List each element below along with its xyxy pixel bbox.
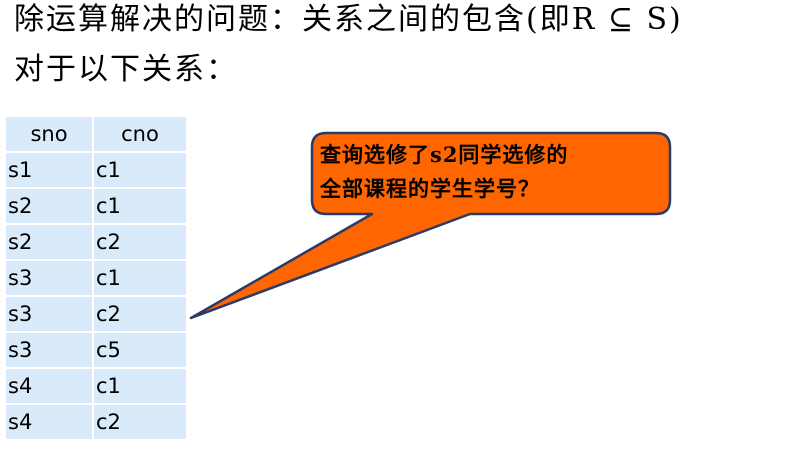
table-row: s2 c1 xyxy=(6,189,186,223)
cell-sno: s1 xyxy=(6,153,92,187)
table-row: s4 c1 xyxy=(6,369,186,403)
callout-text-line-1: 查询选修了s2同学选修的 xyxy=(320,142,569,167)
cell-sno: s3 xyxy=(6,261,92,295)
relation-table: sno cno s1 c1 s2 c1 s2 c2 s3 c1 s3 c2 s3… xyxy=(4,115,188,441)
column-header-sno: sno xyxy=(6,117,92,151)
table-row: s2 c2 xyxy=(6,225,186,259)
table-row: s3 c2 xyxy=(6,297,186,331)
title-line-2: 对于以下关系： xyxy=(14,52,238,87)
title-line-1: 除运算解决的问题：关系之间的包含(即R ⊆ S) xyxy=(14,2,683,37)
cell-sno: s4 xyxy=(6,405,92,439)
cell-cno: c1 xyxy=(94,261,186,295)
cell-sno: s3 xyxy=(6,297,92,331)
cell-cno: c2 xyxy=(94,405,186,439)
cell-sno: s2 xyxy=(6,189,92,223)
cell-cno: c2 xyxy=(94,225,186,259)
column-header-cno: cno xyxy=(94,117,186,151)
cell-cno: c1 xyxy=(94,189,186,223)
cell-sno: s2 xyxy=(6,225,92,259)
table-row: s1 c1 xyxy=(6,153,186,187)
table-row: s3 c5 xyxy=(6,333,186,367)
callout-text: 查询选修了s2同学选修的 全部课程的学生学号？ xyxy=(320,138,660,206)
callout-text-line-2: 全部课程的学生学号？ xyxy=(320,176,540,201)
table-header-row: sno cno xyxy=(6,117,186,151)
table-row: s3 c1 xyxy=(6,261,186,295)
table-row: s4 c2 xyxy=(6,405,186,439)
cell-sno: s4 xyxy=(6,369,92,403)
cell-cno: c1 xyxy=(94,153,186,187)
cell-sno: s3 xyxy=(6,333,92,367)
cell-cno: c1 xyxy=(94,369,186,403)
cell-cno: c2 xyxy=(94,297,186,331)
cell-cno: c5 xyxy=(94,333,186,367)
